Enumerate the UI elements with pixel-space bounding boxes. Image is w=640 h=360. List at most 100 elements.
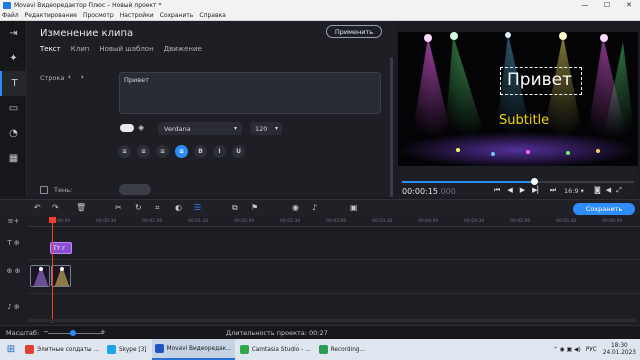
font-value: Verdana [164, 124, 191, 133]
minimize-button[interactable]: — [574, 0, 596, 11]
menu-help[interactable]: Справка [199, 12, 225, 19]
step-forward-icon[interactable]: ▶▏ [532, 186, 543, 195]
volume-icon[interactable]: ◀ [606, 186, 616, 194]
tab-text[interactable]: Текст [40, 45, 61, 56]
format-buttons: ≡ ≡ ≡ ≡ B I U [118, 145, 251, 158]
timeline-ruler[interactable]: 00:00:00 00:00:30 00:01:00 00:01:30 00:02:00… [28, 217, 640, 227]
menu-file[interactable]: Файл [2, 12, 19, 19]
snapshot-icon[interactable]: ◙ [594, 186, 606, 194]
zoom-in-icon[interactable]: + [100, 328, 106, 336]
apply-button[interactable]: Применить [326, 25, 382, 38]
taskbar-item-browser[interactable]: Элитные солдаты ... [22, 339, 102, 360]
filters-icon[interactable]: ✦ [0, 46, 27, 71]
tab-motion[interactable]: Движение [164, 45, 202, 56]
panel-title: Изменение клипа [40, 28, 134, 39]
preview-title-text[interactable]: Привет [507, 70, 572, 90]
clip-properties-icon[interactable]: ☰ [194, 203, 201, 212]
align-center-button[interactable]: ≡ [156, 145, 169, 158]
tab-clip[interactable]: Клип [71, 45, 90, 56]
delete-icon[interactable]: 🗑 [76, 203, 86, 212]
skype-icon [107, 345, 116, 354]
video-clip[interactable] [51, 265, 71, 287]
ruler-tick-label: 00:02:30 [280, 219, 301, 224]
step-back-icon[interactable]: ◀ [507, 186, 512, 195]
insert-icon[interactable]: ⧉ [232, 203, 238, 213]
record-icon[interactable]: ▣ [350, 203, 358, 212]
progress-knob[interactable] [531, 178, 539, 185]
menu-save[interactable]: Сохранить [160, 12, 194, 19]
title-track-header: T ⊕ [7, 239, 20, 247]
import-icon[interactable]: ⇥ [0, 21, 27, 46]
skip-forward-icon[interactable]: ⏭ [550, 186, 556, 195]
window-title: Movavi Видеоредактор Плюс – Новый проект… [14, 2, 162, 9]
playback-progress[interactable] [402, 178, 634, 185]
align-justify-button[interactable]: ≡ [175, 145, 188, 158]
skip-back-icon[interactable]: ⏮ [494, 186, 500, 195]
transitions-icon[interactable]: ▭ [0, 96, 27, 121]
bold-button[interactable]: B [194, 145, 207, 158]
align-right-button[interactable]: ≡ [137, 145, 150, 158]
font-size-select[interactable]: 120 ▾ [250, 122, 282, 135]
font-select[interactable]: Verdana ▾ [158, 122, 242, 135]
ruler-tick-label: 00:04:30 [464, 219, 485, 224]
fullscreen-icon[interactable]: ⤢ [616, 186, 627, 194]
italic-button[interactable]: I [213, 145, 226, 158]
playhead[interactable] [52, 217, 53, 323]
zoom-out-icon[interactable]: − [43, 328, 49, 336]
clock-date: 24.01.2023 [602, 349, 636, 356]
menu-edit[interactable]: Редактирование [25, 12, 77, 19]
underline-button[interactable]: U [232, 145, 245, 158]
transport-controls: ⏮ ◀ ▶ ▶▏ ⏭ [494, 186, 563, 195]
preview-subtitle-text[interactable]: Subtitle [499, 113, 549, 128]
chevron-down-icon: ▾ [274, 125, 278, 132]
color-adjust-icon[interactable]: ◐ [175, 203, 182, 212]
play-icon[interactable]: ▶ [520, 186, 525, 195]
title-text-input[interactable]: Привет [119, 72, 381, 114]
add-track-icon[interactable]: ≡+ [0, 217, 27, 225]
ruler-tick-label: 00:04:00 [418, 219, 439, 224]
timeline-scrollbar[interactable] [28, 319, 636, 322]
close-button[interactable]: ✕ [618, 0, 640, 11]
undo-icon[interactable]: ↶ [34, 203, 41, 212]
taskbar-item-camtasia[interactable]: Camtasia Studio - ... [237, 339, 314, 360]
menu-bar: Файл Редактирование Просмотр Настройки С… [0, 11, 640, 21]
taskbar-item-skype[interactable]: Skype [3] [104, 339, 150, 360]
taskbar-item-movavi[interactable]: Movavi Видеоредак... [151, 339, 235, 360]
more-tools-icon[interactable]: ▦ [0, 146, 27, 171]
marker-icon[interactable]: ⚑ [251, 203, 258, 212]
tray-icons[interactable]: ⌃ ◉ ▣ ◀) [553, 347, 581, 353]
maximize-button[interactable]: ☐ [596, 0, 618, 11]
row-next-button[interactable]: › [81, 73, 88, 81]
rotate-icon[interactable]: ↻ [135, 203, 142, 212]
aspect-ratio-select[interactable]: 16:9 ▾ [564, 187, 584, 195]
video-clip[interactable] [30, 265, 50, 287]
zoom-slider[interactable] [48, 333, 104, 334]
menu-settings[interactable]: Настройки [120, 12, 154, 19]
titles-icon[interactable]: T [0, 71, 27, 96]
text-color-toggle[interactable] [120, 124, 134, 132]
save-button[interactable]: Сохранить [573, 203, 635, 215]
tab-new-template[interactable]: Новый шаблон [99, 45, 153, 56]
location-icon[interactable]: ◉ [292, 203, 299, 212]
zoom-slider-knob[interactable] [70, 330, 76, 336]
cut-icon[interactable]: ✂ [115, 203, 122, 212]
language-indicator[interactable]: РУС [586, 347, 597, 353]
microphone-icon[interactable]: ♪ [312, 203, 317, 212]
shadow-checkbox[interactable] [40, 186, 48, 194]
tool-strip: ⇥ ✦ T ▭ ◔ ▦ [0, 21, 27, 197]
browser-icon [25, 345, 34, 354]
align-left-button[interactable]: ≡ [118, 145, 131, 158]
title-clip[interactable]: Tт г [50, 242, 72, 254]
crop-icon[interactable]: ⌗ [155, 203, 160, 213]
redo-icon[interactable]: ↷ [52, 203, 59, 212]
menu-view[interactable]: Просмотр [83, 12, 114, 19]
stickers-icon[interactable]: ◔ [0, 121, 27, 146]
ruler-tick-label: 00:01:00 [142, 219, 163, 224]
shadow-color-picker[interactable] [119, 184, 151, 195]
panel-scrollbar[interactable] [390, 57, 393, 197]
row-prev-button[interactable]: ‹ [68, 73, 75, 81]
paint-bucket-icon[interactable]: ◈ [138, 123, 144, 132]
taskbar-item-recording[interactable]: Recording... [316, 339, 369, 360]
start-icon[interactable]: ⊞ [0, 339, 22, 360]
clock[interactable]: 18:30 24.01.2023 [603, 343, 636, 357]
